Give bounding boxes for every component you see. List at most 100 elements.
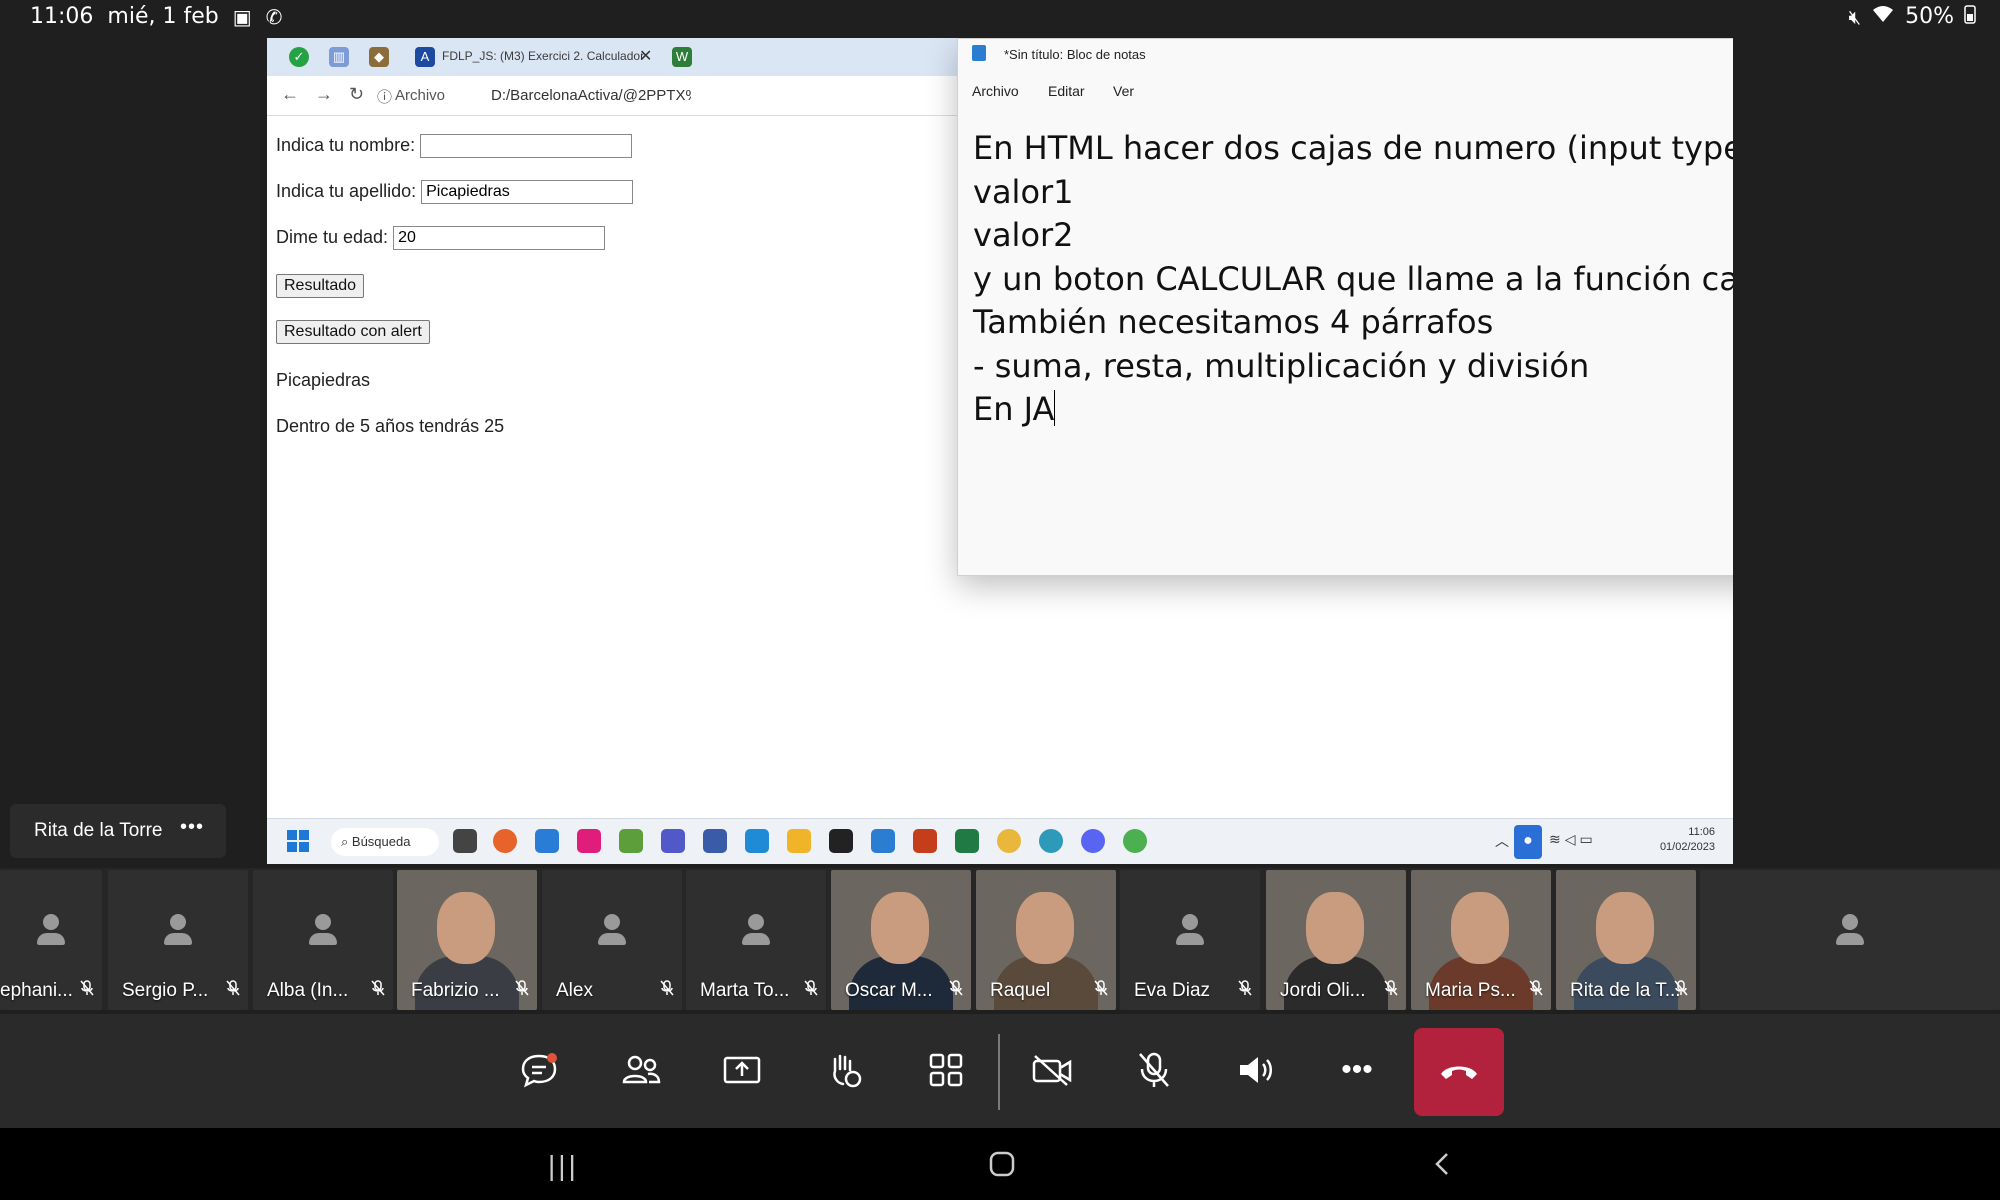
task-view-icon[interactable] — [453, 829, 477, 853]
participant-name: Alex — [556, 980, 593, 1001]
reload-icon[interactable]: ↻ — [349, 84, 364, 105]
more-options-icon[interactable]: ••• — [180, 816, 204, 839]
participant-tile[interactable] — [1700, 870, 2000, 1010]
avatar-icon — [598, 914, 626, 950]
vscode-icon[interactable] — [745, 829, 769, 853]
back-icon[interactable]: ← — [281, 84, 299, 105]
app-icon[interactable] — [703, 829, 727, 853]
windows-start-icon[interactable] — [287, 830, 309, 852]
speaker-icon[interactable] — [1222, 1036, 1290, 1104]
menu-archivo[interactable]: Archivo — [972, 83, 1019, 99]
hang-up-button[interactable] — [1414, 1028, 1504, 1116]
chat-icon[interactable] — [505, 1036, 573, 1104]
mic-muted-icon — [80, 980, 94, 1000]
raise-hand-icon[interactable] — [810, 1036, 878, 1104]
mic-muted-icon — [371, 980, 385, 1000]
notepad-taskbar-icon[interactable] — [871, 829, 895, 853]
avatar-icon — [164, 914, 192, 950]
surname-label: Indica tu apellido: — [276, 180, 417, 201]
chevron-up-icon[interactable]: ︿ — [1495, 831, 1509, 851]
notepad-text-area[interactable]: En HTML hacer dos cajas de numero (input… — [973, 127, 1733, 432]
presenter-name: Rita de la Torre — [34, 820, 163, 841]
text-line: valor1 — [973, 172, 1074, 211]
avatar-icon — [37, 914, 65, 950]
address-url[interactable]: D:/BarcelonaActiva/@2PPTX% — [491, 87, 691, 104]
home-icon[interactable] — [988, 1150, 1016, 1185]
participant-video — [1596, 892, 1654, 964]
menu-editar[interactable]: Editar — [1048, 83, 1085, 99]
camera-off-icon[interactable] — [1018, 1036, 1086, 1104]
more-icon[interactable]: ••• — [1323, 1036, 1391, 1104]
excel-icon[interactable] — [955, 829, 979, 853]
text-line: - suma, resta, multiplicación y división — [973, 346, 1590, 385]
menu-ver[interactable]: Ver — [1113, 83, 1134, 99]
chart-icon[interactable]: ▥ — [329, 47, 349, 67]
text-line: En JA — [973, 390, 1055, 428]
participant-tile[interactable]: ephani... — [0, 870, 102, 1010]
name-input[interactable] — [420, 134, 633, 158]
w-icon[interactable]: W — [672, 47, 692, 67]
teams-icon[interactable] — [661, 829, 685, 853]
share-screen-icon[interactable] — [708, 1036, 776, 1104]
sticky-notes-icon[interactable] — [829, 829, 853, 853]
mic-muted-icon — [1384, 980, 1398, 1000]
mic-off-icon[interactable] — [1120, 1036, 1188, 1104]
age-input[interactable] — [393, 226, 606, 250]
participant-tile[interactable]: Rita de la T... — [1556, 870, 1696, 1010]
chrome-alt-icon[interactable] — [1123, 829, 1147, 853]
mic-muted-icon — [1529, 980, 1543, 1000]
taskbar-clock[interactable]: 11:06 01/02/2023 — [1660, 825, 1715, 855]
participant-tile[interactable]: Alba (In... — [253, 870, 393, 1010]
shield-icon[interactable]: ◆ — [369, 47, 389, 67]
participant-tile[interactable]: Eva Diaz — [1120, 870, 1260, 1010]
notepad-window: *Sin título: Bloc de notas — ☐ ✕ Archivo… — [957, 38, 1733, 576]
moodle-icon[interactable]: A — [415, 47, 435, 67]
taskbar-search[interactable]: ⌕ Búsqueda — [331, 828, 439, 856]
participant-tile[interactable]: Fabrizio ... — [397, 870, 537, 1010]
result-alert-button[interactable]: Resultado con alert — [276, 320, 430, 344]
participant-tile[interactable]: Sergio P... — [108, 870, 248, 1010]
participant-tile[interactable]: Oscar M... — [831, 870, 971, 1010]
participant-tile[interactable]: Marta To... — [686, 870, 826, 1010]
text-line: También necesitamos 4 párrafos — [973, 303, 1494, 341]
forward-icon[interactable]: → — [315, 84, 333, 105]
participant-name: Fabrizio ... — [411, 980, 500, 1001]
status-date: mié, 1 feb — [107, 4, 219, 29]
participant-tile[interactable]: Maria Ps... — [1411, 870, 1551, 1010]
grid-view-icon[interactable] — [912, 1036, 980, 1104]
back-nav-icon[interactable] — [1432, 1150, 1452, 1185]
recent-apps-icon[interactable]: ||| — [548, 1150, 579, 1182]
battery-icon — [1964, 4, 1976, 29]
system-tray-icons[interactable]: ≋◁▭ — [1549, 831, 1597, 848]
globe-icon[interactable] — [1039, 829, 1063, 853]
participant-tile[interactable]: Jordi Oli... — [1266, 870, 1406, 1010]
discord-icon[interactable] — [1081, 829, 1105, 853]
text-line: valor2 — [973, 216, 1074, 254]
mic-icon[interactable]: ● — [1514, 825, 1542, 859]
chrome-icon[interactable] — [997, 829, 1021, 853]
folder-icon[interactable] — [787, 829, 811, 853]
todo-icon[interactable] — [535, 829, 559, 853]
powerpoint-icon[interactable] — [913, 829, 937, 853]
firefox-icon[interactable] — [493, 829, 517, 853]
info-icon[interactable]: ⓘ — [377, 86, 392, 107]
name-label: Indica tu nombre: — [276, 134, 416, 155]
app-icon[interactable] — [577, 829, 601, 853]
participant-name: Jordi Oli... — [1280, 980, 1366, 1001]
participant-name: ephani... — [0, 980, 73, 1001]
presenter-label[interactable]: Rita de la Torre ••• — [10, 804, 226, 858]
surname-input[interactable] — [421, 180, 634, 204]
whatsapp-icon[interactable]: ✓ — [289, 47, 309, 67]
mic-muted-icon — [949, 980, 963, 1000]
result-button[interactable]: Resultado — [276, 274, 365, 298]
notepad-menu-bar: Archivo Editar Ver — [958, 77, 1733, 107]
tab-title[interactable]: FDLP_JS: (M3) Exercici 2. Calculador — [442, 49, 644, 63]
people-icon[interactable] — [607, 1036, 675, 1104]
participant-video — [1306, 892, 1364, 964]
screen: 11:06 mié, 1 feb ▣ ✆ 🔇︎ 50% ✓ ▥ ◆ A FDLP… — [0, 0, 2000, 1200]
close-tab-icon[interactable]: ✕ — [639, 46, 652, 66]
participant-tile[interactable]: Alex — [542, 870, 682, 1010]
participant-tile[interactable]: Raquel — [976, 870, 1116, 1010]
photos-icon[interactable] — [619, 829, 643, 853]
android-nav-bar: ||| — [0, 1128, 2000, 1200]
